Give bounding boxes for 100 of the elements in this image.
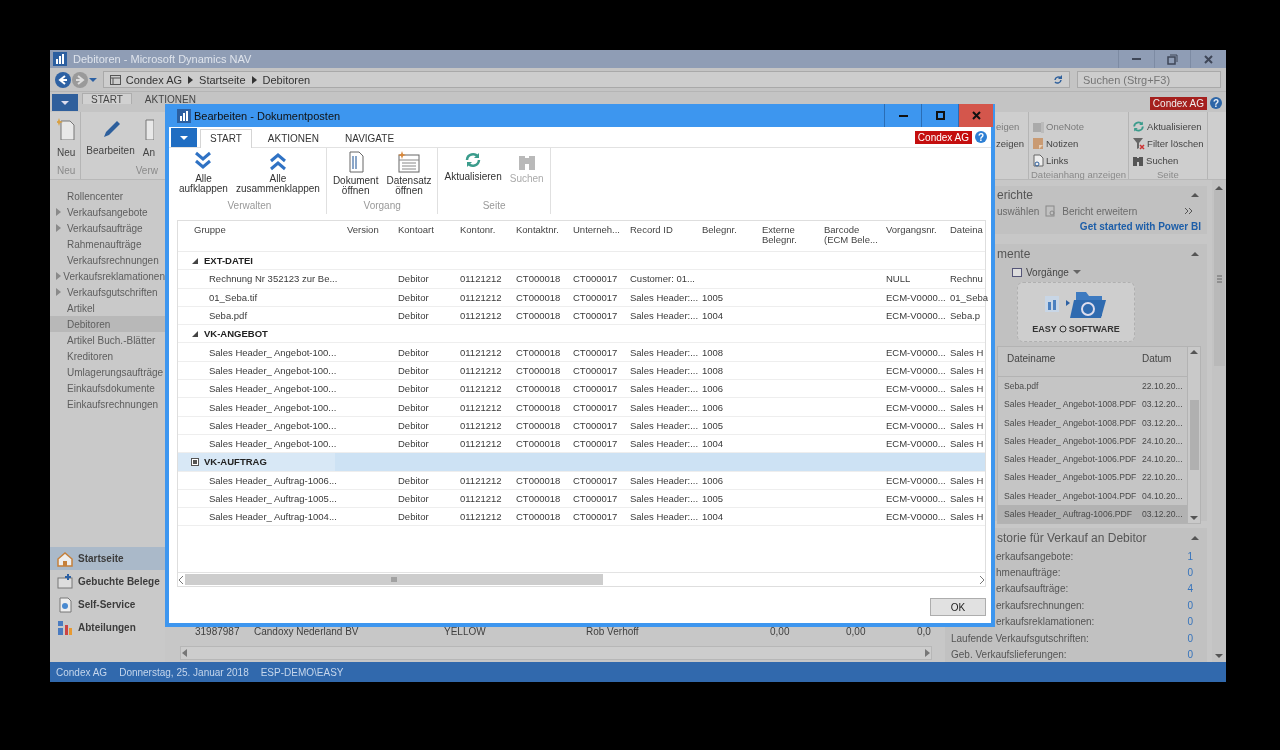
nav-button[interactable]: Abteilungen xyxy=(50,616,165,639)
nav-button[interactable]: Startseite xyxy=(50,547,165,570)
ribbon-button[interactable]: Filter löschen xyxy=(1131,135,1205,152)
restore-icon xyxy=(1166,52,1179,66)
power-bi-link[interactable]: Get started with Power BI xyxy=(1079,220,1201,232)
sidebar-item[interactable]: Einkaufsrechnungen xyxy=(50,396,165,412)
sidebar-item[interactable]: Umlagerungsaufträge xyxy=(50,364,165,380)
sidebar-item[interactable]: Verkaufsreklamationen xyxy=(50,268,165,284)
table-cell-text: Sales Header:... xyxy=(629,383,698,395)
table-cell-text: Debitor xyxy=(397,364,430,376)
back-button[interactable] xyxy=(55,71,71,88)
ribbon-tab[interactable]: AKTIONEN xyxy=(257,129,329,147)
file-row[interactable]: Sales Header_ Auftrag-1006.PDF 03.12.20... xyxy=(998,504,1187,523)
table-cell-text: Sales H xyxy=(949,383,985,395)
column-header[interactable]: Version xyxy=(343,221,394,235)
ok-button[interactable]: OK xyxy=(930,598,986,616)
table-cell-text: 1004 xyxy=(701,438,725,450)
ribbon-tab[interactable]: START xyxy=(82,93,132,104)
file-row[interactable]: Sales Header_ Angebot-1006.PDF 24.10.20... xyxy=(998,449,1187,469)
menu-button[interactable] xyxy=(171,128,197,147)
refresh-icon xyxy=(1053,74,1063,85)
sidebar-item[interactable]: Verkaufsrechnungen xyxy=(50,252,165,268)
group-label: Dateianhang anzeigen xyxy=(1031,169,1127,182)
file-row[interactable]: Seba.pdf 22.10.20... xyxy=(998,376,1187,396)
menu-button[interactable] xyxy=(52,94,78,111)
table-cell-text: Sales H xyxy=(949,419,985,431)
ribbon-button[interactable]: Aktualisieren xyxy=(1131,118,1205,135)
section-title: storie für Verkauf an Debitor xyxy=(997,531,1147,545)
file-date: 24.10.20... xyxy=(1142,435,1183,446)
ribbon-button[interactable]: Datensatz öffnen xyxy=(384,151,434,196)
sidebar-item[interactable]: Verkaufsgutschriften xyxy=(50,284,165,300)
ribbon-button[interactable]: Alle aufklappen xyxy=(177,151,230,194)
ribbon-button[interactable]: Links xyxy=(1031,152,1127,169)
nav-button[interactable]: Gebuchte Belege xyxy=(50,570,165,593)
file-row[interactable]: Sales Header_ Angebot-1004.PDF 04.10.20... xyxy=(998,486,1187,505)
vertical-scrollbar[interactable] xyxy=(1187,347,1200,523)
table-cell-text: Debitor xyxy=(397,273,430,285)
close-button[interactable] xyxy=(958,104,993,127)
breadcrumb-item[interactable]: Debitoren xyxy=(262,73,311,86)
sidebar-item[interactable]: Debitoren xyxy=(50,316,165,332)
file-name: Sales Header_ Angebot-1008.PDF xyxy=(1004,417,1138,428)
ribbon-button[interactable]: Aktualisieren xyxy=(442,151,504,182)
column-header[interactable]: Belegnr. xyxy=(698,221,758,235)
sidebar-item[interactable]: Einkaufsdokumente xyxy=(50,380,165,396)
group-row[interactable]: VK-AUFTRAG xyxy=(178,453,985,472)
ribbon-button[interactable]: Bearbeiten xyxy=(83,116,138,165)
table-cell-text: ECM-V0000... xyxy=(885,346,946,358)
group-row[interactable]: EXT-DATEI xyxy=(178,252,985,271)
file-row[interactable]: Sales Header_ Angebot-1006.PDF 24.10.20... xyxy=(998,431,1187,450)
column-header[interactable]: Record ID xyxy=(626,221,698,235)
collapse-icon xyxy=(1190,350,1198,354)
ribbon-button[interactable]: An xyxy=(139,116,158,165)
file-row[interactable]: Sales Header_ Angebot-1005.PDF 22.10.20... xyxy=(998,468,1187,487)
search-field[interactable]: Suchen (Strg+F3) xyxy=(1077,71,1221,88)
caret-icon xyxy=(1072,270,1081,274)
scroll-left-icon xyxy=(178,575,185,584)
ribbon-button[interactable]: Dokument öffnen xyxy=(330,151,381,196)
breadcrumb-item[interactable]: Startseite xyxy=(199,73,246,86)
ribbon-button[interactable]: Neu xyxy=(54,116,79,165)
column-header: Dateiname xyxy=(1006,353,1057,364)
column-header[interactable]: Kontaktnr. xyxy=(512,221,569,235)
help-icon[interactable]: ? xyxy=(975,131,987,143)
sidebar-item[interactable]: Artikel Buch.-Blätter xyxy=(50,332,165,348)
ribbon-tab[interactable]: NAVIGATE xyxy=(335,129,405,147)
ribbon-button[interactable]: zeigen xyxy=(995,135,1025,152)
ribbon-tab[interactable]: START xyxy=(200,129,252,148)
horizontal-scrollbar[interactable] xyxy=(180,646,932,660)
column-header[interactable]: Kontonr. xyxy=(456,221,512,235)
menu-button[interactable]: Vorgänge xyxy=(1026,266,1069,278)
sidebar-item[interactable]: Verkaufsangebote xyxy=(50,204,165,220)
group-row[interactable]: VK-ANGEBOT xyxy=(178,325,985,344)
sidebar-item[interactable]: Artikel xyxy=(50,300,165,316)
sidebar-item[interactable]: Verkaufsaufträge xyxy=(50,220,165,236)
sidebar-item[interactable]: Kreditoren xyxy=(50,348,165,364)
ribbon-button[interactable]: Alle zusammenklappen xyxy=(233,151,322,194)
column-header[interactable]: Vorgangsnr. xyxy=(882,221,946,235)
nav-button[interactable]: Self-Service xyxy=(50,593,165,616)
scroll-thumb-icon xyxy=(185,574,603,585)
sidebar-item[interactable]: Rollencenter xyxy=(50,188,165,204)
ribbon-button[interactable]: Suchen xyxy=(1131,152,1205,169)
file-row[interactable]: Sales Header_ Angebot-1008.PDF 03.12.20... xyxy=(998,395,1187,414)
vertical-scrollbar[interactable] xyxy=(1212,180,1226,662)
scroll-right-icon xyxy=(924,649,931,657)
ribbon-button[interactable]: Notizen xyxy=(1031,135,1127,152)
column-header[interactable]: Kontoart xyxy=(394,221,456,235)
column-header[interactable]: Dateina xyxy=(946,221,985,235)
column-header[interactable]: Gruppe xyxy=(178,221,343,235)
file-row[interactable]: Sales Header_ Angebot-1008.PDF 03.12.20... xyxy=(998,413,1187,432)
column-header[interactable]: Unterneh... xyxy=(569,221,626,235)
sidebar-item[interactable]: Rahmenaufträge xyxy=(50,236,165,252)
table-cell-text: Customer: 01... xyxy=(629,273,696,285)
breadcrumb-item[interactable]: Condex AG xyxy=(125,73,183,86)
column-header[interactable]: Externe Belegnr. xyxy=(758,221,820,245)
expanded-icon xyxy=(191,329,199,338)
column-header[interactable]: Barcode (ECM Bele... xyxy=(820,221,882,245)
table-cell-text: 01121212 xyxy=(459,273,503,285)
expanded-icon xyxy=(191,256,199,265)
scroll-right-icon xyxy=(978,575,985,584)
ribbon-tab[interactable]: AKTIONEN xyxy=(135,93,205,104)
help-icon[interactable]: ? xyxy=(1210,97,1222,109)
